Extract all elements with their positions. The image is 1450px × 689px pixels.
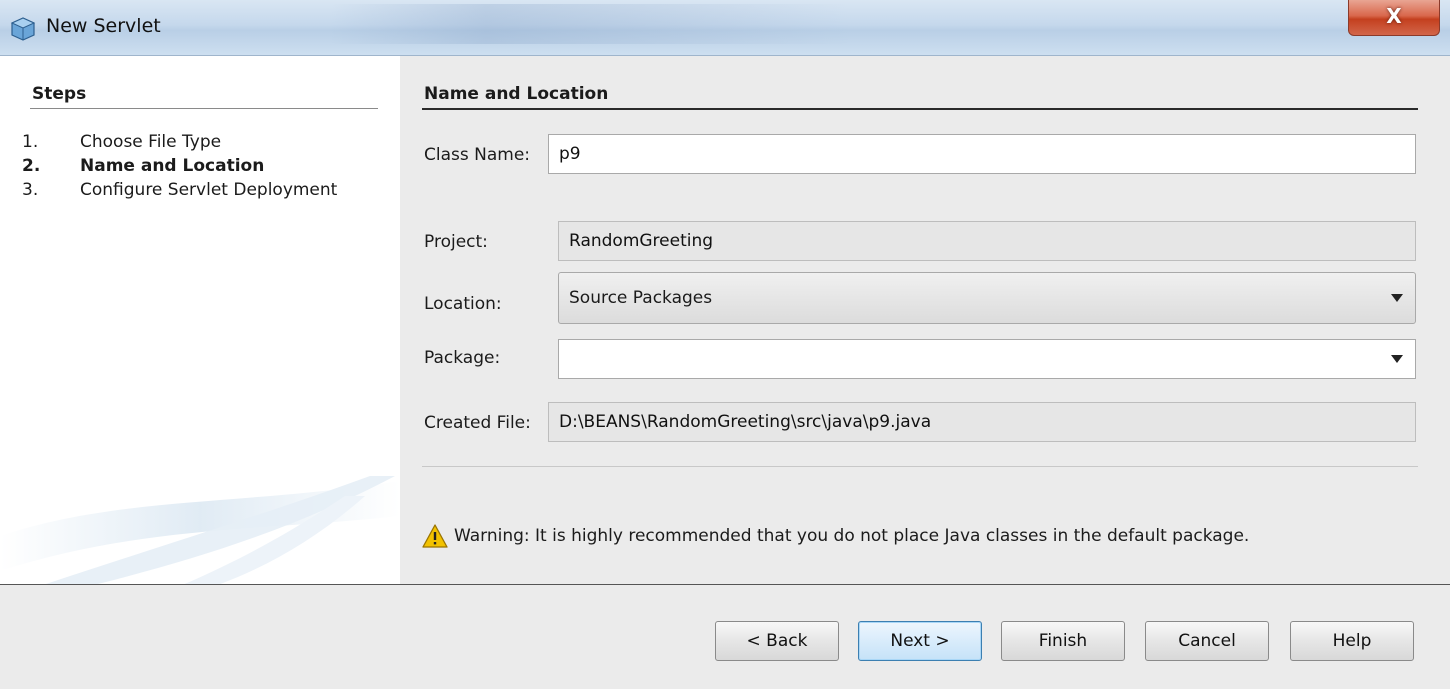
chevron-down-icon[interactable] (1391, 294, 1403, 302)
cancel-button[interactable]: Cancel (1145, 621, 1269, 661)
decorative-swoosh (0, 476, 400, 584)
location-select-value: Source Packages (569, 288, 713, 308)
step-label: Name and Location (80, 156, 265, 176)
finish-button[interactable]: Finish (1001, 621, 1125, 661)
back-button[interactable]: < Back (715, 621, 839, 661)
steps-divider (30, 108, 378, 109)
help-button[interactable]: Help (1290, 621, 1414, 661)
package-combobox[interactable] (558, 339, 1416, 379)
warning-message: Warning: It is highly recommended that y… (422, 524, 1249, 548)
window-titlebar[interactable]: New Servlet X (0, 0, 1450, 56)
project-field: RandomGreeting (558, 221, 1416, 261)
created-file-label: Created File: (424, 413, 531, 433)
class-name-label: Class Name: (424, 145, 531, 165)
section-divider (422, 108, 1418, 110)
form-divider (422, 466, 1418, 467)
steps-list: 1. Choose File Type 2. Name and Location… (22, 130, 337, 202)
chevron-down-icon[interactable] (1391, 355, 1403, 363)
project-label: Project: (424, 232, 488, 252)
step-number: 2. (22, 156, 41, 176)
warning-text: Warning: It is highly recommended that y… (454, 526, 1250, 546)
step-label: Choose File Type (80, 132, 222, 152)
class-name-input[interactable]: p9 (548, 134, 1416, 174)
step-number: 3. (22, 180, 39, 200)
close-button[interactable]: X (1348, 0, 1440, 36)
window-title: New Servlet (46, 15, 161, 37)
steps-title: Steps (32, 84, 87, 104)
package-label: Package: (424, 348, 501, 368)
location-label: Location: (424, 294, 502, 314)
step-label: Configure Servlet Deployment (80, 180, 338, 200)
step-item-choose-file-type: 1. Choose File Type (22, 130, 337, 154)
step-item-name-and-location: 2. Name and Location (22, 154, 337, 178)
netbeans-cube-icon (10, 17, 36, 41)
form-panel: Name and Location Class Name: p9 Project… (400, 56, 1450, 584)
step-number: 1. (22, 132, 39, 152)
created-file-field: D:\BEANS\RandomGreeting\src\java\p9.java (548, 402, 1416, 442)
titlebar-glow (330, 4, 850, 44)
step-item-configure-servlet-deployment: 3. Configure Servlet Deployment (22, 178, 337, 202)
steps-panel: Steps 1. Choose File Type 2. Name and Lo… (0, 56, 400, 584)
section-title: Name and Location (424, 84, 609, 104)
location-select[interactable]: Source Packages (558, 272, 1416, 324)
warning-triangle-icon (422, 524, 448, 548)
button-bar: < Back Next > Finish Cancel Help (0, 584, 1450, 689)
next-button[interactable]: Next > (858, 621, 982, 661)
